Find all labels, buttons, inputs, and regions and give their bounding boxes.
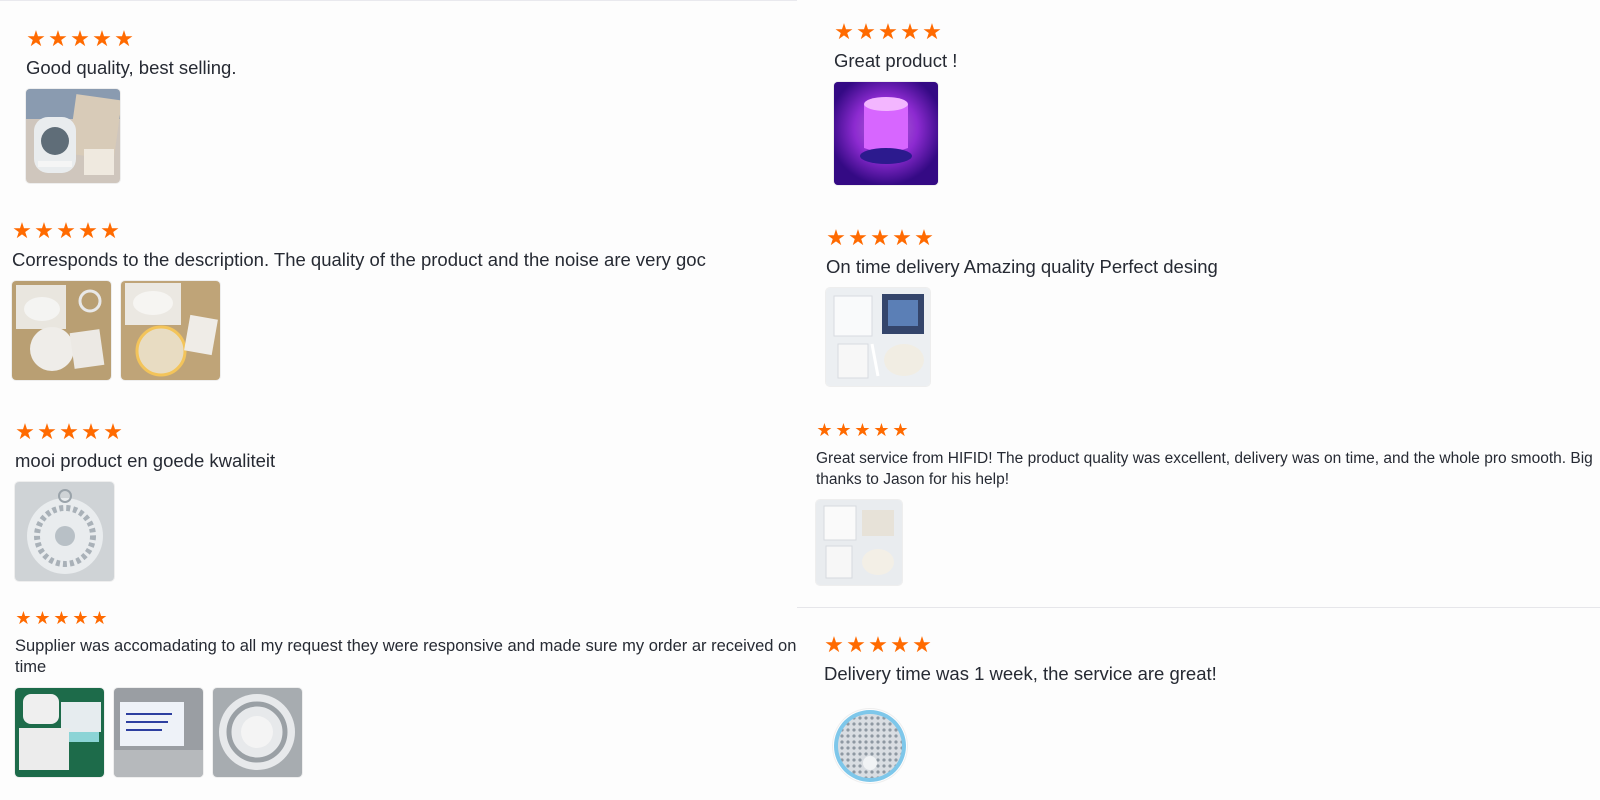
star-rating: ★ ★ ★ ★ ★ [826,228,1600,250]
product-photo-icon [213,688,302,777]
review-photo[interactable] [121,281,220,380]
star-icon: ★ [892,420,909,441]
review-comment: Delivery time was 1 week, the service ar… [824,663,1217,684]
reviews-column-right: ★ ★ ★ ★ ★ Great product ! ★ ★ ★ ★ ★ On t… [797,0,1600,800]
star-icon: ★ [900,20,920,45]
review-photos [826,288,1600,386]
product-photo-icon [121,281,220,380]
star-icon: ★ [826,226,846,251]
star-rating: ★ ★ ★ ★ ★ [824,635,1600,657]
review-card: ★ ★ ★ ★ ★ Great service from HIFID! The … [816,420,1600,585]
product-photo-icon [15,688,104,777]
review-card: ★ ★ ★ ★ ★ Great product ! [834,22,1600,185]
star-icon: ★ [78,219,98,244]
review-photo[interactable] [12,281,111,380]
star-icon: ★ [868,633,888,658]
star-icon: ★ [56,219,76,244]
review-photo[interactable] [834,82,938,185]
review-comment: Corresponds to the description. The qual… [12,249,706,270]
review-card: ★ ★ ★ ★ ★ On time delivery Amazing quali… [826,228,1600,386]
review-photos [816,500,1600,585]
star-rating: ★ ★ ★ ★ ★ [834,22,1600,44]
review-photo[interactable] [816,500,902,585]
star-icon: ★ [878,20,898,45]
product-photo-icon [15,482,114,581]
star-icon: ★ [53,608,70,629]
star-rating: ★ ★ ★ ★ ★ [26,29,797,51]
star-icon: ★ [912,633,932,658]
star-icon: ★ [59,420,79,445]
review-card: ★ ★ ★ ★ ★ Good quality, best selling. [26,29,797,183]
star-icon: ★ [870,226,890,251]
review-photos [15,482,797,581]
star-icon: ★ [91,608,108,629]
review-photos [26,89,797,183]
review-comment: Great service from HIFID! The product qu… [816,450,1593,488]
star-icon: ★ [100,219,120,244]
star-icon: ★ [846,633,866,658]
review-photos [15,688,797,777]
star-icon: ★ [15,420,35,445]
star-rating: ★ ★ ★ ★ ★ [15,608,797,630]
review-comment: Good quality, best selling. [26,57,237,78]
round-speaker-photo-icon [834,710,906,782]
star-icon: ★ [834,20,854,45]
review-photo[interactable] [213,688,302,777]
star-icon: ★ [34,608,51,629]
product-kit-photo-icon [826,288,930,386]
label-photo-icon [114,688,203,777]
review-photo[interactable] [114,688,203,777]
star-icon: ★ [72,608,89,629]
section-divider [797,607,1600,608]
review-photo[interactable] [15,688,104,777]
star-icon: ★ [856,20,876,45]
purple-lamp-photo-icon [834,82,938,185]
star-icon: ★ [848,226,868,251]
review-comment: mooi product en goede kwaliteit [15,450,276,471]
review-card: ★ ★ ★ ★ ★ Corresponds to the description… [12,221,797,380]
star-icon: ★ [103,420,123,445]
star-icon: ★ [824,633,844,658]
review-photo[interactable] [26,89,120,183]
review-card: ★ ★ ★ ★ ★ Supplier was accomadating to a… [15,608,797,777]
product-box-photo-icon [26,89,120,183]
star-rating: ★ ★ ★ ★ ★ [15,422,797,444]
star-icon: ★ [34,219,54,244]
review-comment: On time delivery Amazing quality Perfect… [826,256,1218,277]
reviews-page: ★ ★ ★ ★ ★ Good quality, best selling. ★ … [0,0,1600,800]
review-photos [12,281,797,380]
review-comment: Supplier was accomadating to all my requ… [15,637,797,676]
product-kit-photo-icon [816,500,902,585]
star-icon: ★ [70,27,90,52]
star-icon: ★ [835,420,852,441]
star-icon: ★ [48,27,68,52]
star-icon: ★ [12,219,32,244]
review-photo[interactable] [15,482,114,581]
star-icon: ★ [26,27,46,52]
review-photo[interactable] [826,288,930,386]
star-icon: ★ [892,226,912,251]
star-icon: ★ [15,608,32,629]
star-icon: ★ [114,27,134,52]
review-photos [824,709,1600,783]
review-card: ★ ★ ★ ★ ★ Delivery time was 1 week, the … [824,635,1600,783]
star-rating: ★ ★ ★ ★ ★ [12,221,797,243]
star-icon: ★ [92,27,112,52]
star-icon: ★ [81,420,101,445]
review-photos [834,82,1600,185]
star-rating: ★ ★ ★ ★ ★ [816,420,1600,442]
review-photo[interactable] [833,709,907,783]
star-icon: ★ [914,226,934,251]
star-icon: ★ [922,20,942,45]
star-icon: ★ [854,420,871,441]
product-photo-icon [12,281,111,380]
review-card: ★ ★ ★ ★ ★ mooi product en goede kwalitei… [15,422,797,581]
review-comment: Great product ! [834,50,958,71]
star-icon: ★ [37,420,57,445]
reviews-column-left: ★ ★ ★ ★ ★ Good quality, best selling. ★ … [0,0,797,800]
star-icon: ★ [816,420,833,441]
star-icon: ★ [890,633,910,658]
star-icon: ★ [873,420,890,441]
